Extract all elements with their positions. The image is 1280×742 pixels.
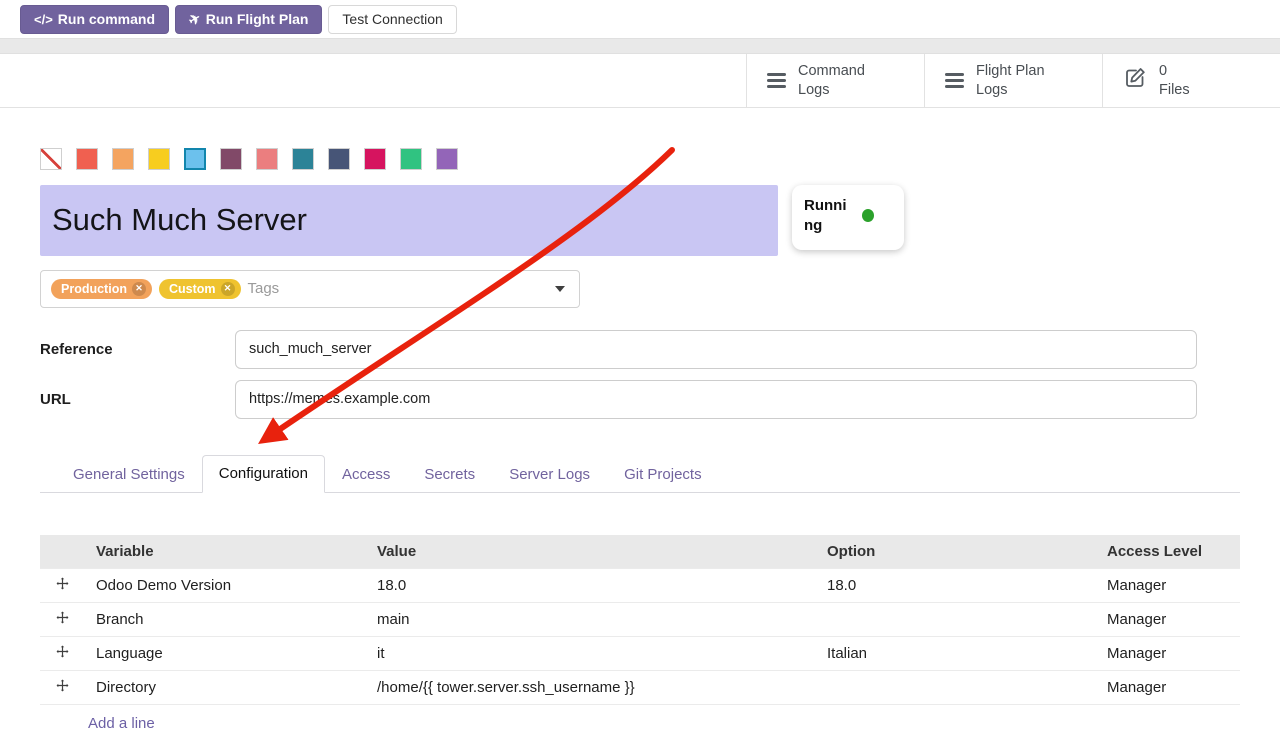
- run-flight-plan-label: Run Flight Plan: [206, 11, 309, 27]
- flight-plan-logs-label-line1: Flight Plan: [976, 62, 1045, 80]
- cell-option[interactable]: [815, 602, 1095, 636]
- tags-field[interactable]: Production ✕ Custom ✕ Tags: [40, 270, 580, 308]
- handle-column-header: [40, 535, 84, 569]
- command-logs-label-line2: Logs: [798, 81, 865, 99]
- drag-handle-icon[interactable]: [40, 568, 84, 602]
- tag-custom[interactable]: Custom ✕: [159, 279, 241, 299]
- color-swatch-teal[interactable]: [292, 148, 314, 170]
- cell-value[interactable]: main: [365, 602, 815, 636]
- table-row: Language it Italian Manager: [40, 636, 1240, 670]
- top-toolbar: </> Run command ✈ Run Flight Plan Test C…: [0, 0, 1280, 38]
- cell-variable[interactable]: Odoo Demo Version: [84, 568, 365, 602]
- url-input[interactable]: https://memes.example.com: [235, 380, 1197, 419]
- tab-general-settings[interactable]: General Settings: [56, 456, 202, 493]
- column-header-value: Value: [365, 535, 815, 569]
- column-header-option: Option: [815, 535, 1095, 569]
- cell-value[interactable]: 18.0: [365, 568, 815, 602]
- cell-variable[interactable]: Branch: [84, 602, 365, 636]
- header-bar: Command Logs Flight Plan Logs 0 Files: [0, 54, 1280, 108]
- run-flight-plan-button[interactable]: ✈ Run Flight Plan: [175, 5, 322, 34]
- cell-access-level[interactable]: Manager: [1095, 602, 1240, 636]
- server-name-field[interactable]: Such Much Server: [40, 185, 778, 256]
- tags-placeholder: Tags: [248, 280, 280, 297]
- add-a-line-link[interactable]: Add a line: [88, 715, 155, 732]
- color-swatch-no-color[interactable]: [40, 148, 62, 170]
- status-label: Running: [804, 196, 854, 237]
- files-label: Files: [1159, 81, 1190, 99]
- configuration-table: Variable Value Option Access Level Odoo …: [40, 535, 1240, 742]
- chevron-down-icon[interactable]: [555, 286, 565, 292]
- cell-access-level[interactable]: Manager: [1095, 568, 1240, 602]
- cell-option[interactable]: [815, 670, 1095, 704]
- tab-server-logs[interactable]: Server Logs: [492, 456, 607, 493]
- menu-icon: [767, 73, 786, 88]
- color-swatch-navy[interactable]: [328, 148, 350, 170]
- cell-value[interactable]: /home/{{ tower.server.ssh_username }}: [365, 670, 815, 704]
- drag-handle-icon[interactable]: [40, 670, 84, 704]
- cell-variable[interactable]: Language: [84, 636, 365, 670]
- edit-icon: [1123, 66, 1147, 95]
- table-header-row: Variable Value Option Access Level: [40, 535, 1240, 569]
- tab-access[interactable]: Access: [325, 456, 407, 493]
- tag-production[interactable]: Production ✕: [51, 279, 152, 299]
- cell-option[interactable]: Italian: [815, 636, 1095, 670]
- cell-option[interactable]: 18.0: [815, 568, 1095, 602]
- run-command-button[interactable]: </> Run command: [20, 5, 169, 34]
- column-header-access-level: Access Level: [1095, 535, 1240, 569]
- flight-plan-logs-button[interactable]: Flight Plan Logs: [924, 54, 1102, 107]
- color-swatch-purple[interactable]: [436, 148, 458, 170]
- cell-value[interactable]: it: [365, 636, 815, 670]
- page: </> Run command ✈ Run Flight Plan Test C…: [0, 0, 1280, 742]
- table-row: Directory /home/{{ tower.server.ssh_user…: [40, 670, 1240, 704]
- drag-handle-icon[interactable]: [40, 602, 84, 636]
- cell-access-level[interactable]: Manager: [1095, 636, 1240, 670]
- test-connection-label: Test Connection: [342, 11, 442, 27]
- table-row: Branch main Manager: [40, 602, 1240, 636]
- files-count: 0: [1159, 62, 1190, 80]
- color-swatch-yellow[interactable]: [148, 148, 170, 170]
- table-row: Odoo Demo Version 18.0 18.0 Manager: [40, 568, 1240, 602]
- command-logs-button[interactable]: Command Logs: [746, 54, 924, 107]
- reference-label: Reference: [40, 341, 235, 358]
- reference-input[interactable]: such_much_server: [235, 330, 1197, 369]
- plane-icon: ✈: [186, 9, 205, 30]
- cell-variable[interactable]: Directory: [84, 670, 365, 704]
- run-command-label: Run command: [58, 11, 155, 27]
- menu-icon: [945, 73, 964, 88]
- column-header-variable: Variable: [84, 535, 365, 569]
- notebook-tabs: General Settings Configuration Access Se…: [40, 455, 1240, 493]
- color-swatch-red[interactable]: [76, 148, 98, 170]
- tab-git-projects[interactable]: Git Projects: [607, 456, 719, 493]
- main-content: Such Much Server Running Production ✕ Cu…: [0, 148, 1280, 742]
- tag-remove-icon[interactable]: ✕: [132, 282, 146, 296]
- files-button[interactable]: 0 Files: [1102, 54, 1280, 107]
- color-swatch-dark-purple[interactable]: [220, 148, 242, 170]
- flight-plan-logs-label-line2: Logs: [976, 81, 1045, 99]
- add-line-row: Add a line: [40, 704, 1240, 742]
- title-row: Such Much Server Running: [40, 185, 1240, 256]
- tab-configuration[interactable]: Configuration: [202, 455, 325, 493]
- cell-access-level[interactable]: Manager: [1095, 670, 1240, 704]
- color-swatch-green[interactable]: [400, 148, 422, 170]
- color-swatch-salmon[interactable]: [256, 148, 278, 170]
- server-form: Reference such_much_server URL https://m…: [40, 330, 1240, 419]
- code-icon: </>: [34, 12, 53, 27]
- test-connection-button[interactable]: Test Connection: [328, 5, 456, 34]
- color-swatch-magenta[interactable]: [364, 148, 386, 170]
- tag-production-label: Production: [61, 282, 127, 296]
- tag-remove-icon[interactable]: ✕: [221, 282, 235, 296]
- tag-custom-label: Custom: [169, 282, 216, 296]
- color-picker: [40, 148, 1240, 170]
- separator-strip: [0, 38, 1280, 54]
- drag-handle-icon[interactable]: [40, 636, 84, 670]
- status-dot: [862, 209, 874, 222]
- color-swatch-cyan-selected[interactable]: [184, 148, 206, 170]
- url-label: URL: [40, 391, 235, 408]
- tab-secrets[interactable]: Secrets: [407, 456, 492, 493]
- command-logs-label-line1: Command: [798, 62, 865, 80]
- color-swatch-orange[interactable]: [112, 148, 134, 170]
- status-button[interactable]: Running: [792, 185, 904, 250]
